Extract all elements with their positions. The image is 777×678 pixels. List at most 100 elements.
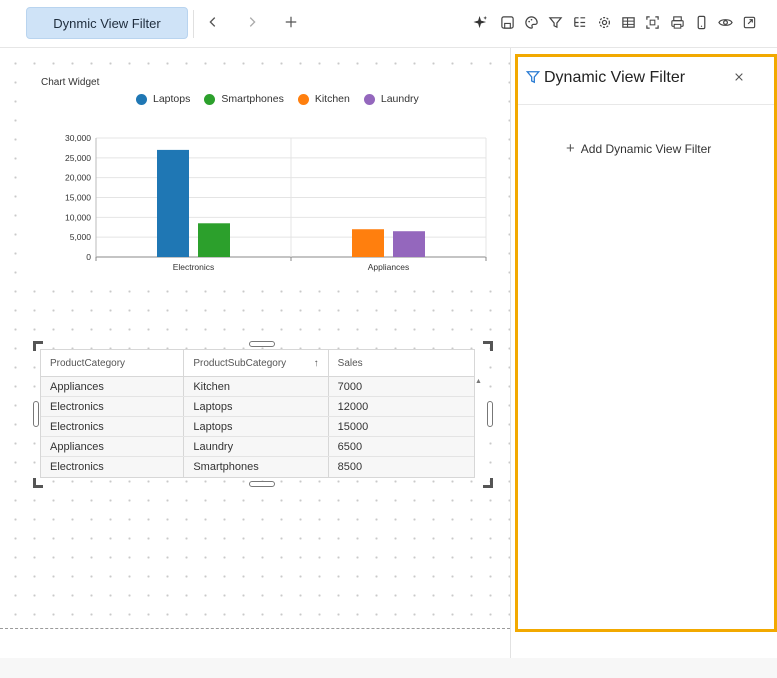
table-cell: 7000 — [337, 380, 363, 393]
selection-corner-bottom-left[interactable] — [33, 478, 43, 488]
legend-label: Kitchen — [314, 93, 350, 105]
resize-handle-left[interactable] — [33, 401, 39, 427]
ai-assist-button[interactable] — [470, 12, 490, 32]
table-row[interactable]: Electronics Laptops 12000 — [41, 397, 474, 417]
chart-title: Chart Widget — [41, 77, 100, 88]
canvas-bottom-border — [0, 628, 510, 629]
export-button[interactable] — [739, 12, 759, 32]
y-tick-label: 5,000 — [70, 232, 92, 242]
chart-widget[interactable]: 0 5,000 10,000 15,000 20,000 25,000 30,000 Elec… — [30, 70, 500, 280]
legend-item-laptops[interactable]: Laptops — [136, 93, 190, 105]
mobile-icon — [697, 15, 705, 29]
back-button[interactable] — [201, 10, 225, 34]
print-button[interactable] — [667, 12, 687, 32]
legend-item-laundry[interactable]: Laundry — [363, 93, 419, 105]
y-tick-label: 25,000 — [65, 153, 91, 163]
sparkle-icon — [472, 15, 487, 28]
data-grid-button[interactable] — [618, 12, 638, 32]
table-cell: Appliances — [41, 437, 185, 456]
save-icon — [500, 15, 514, 29]
data-grid: ProductCategory ProductSubCategory ↑ Sale… — [40, 349, 475, 478]
table-cell: Laptops — [184, 417, 329, 436]
footer-strip — [0, 658, 777, 678]
panel-title: Dynamic View Filter — [544, 69, 686, 86]
y-tick-label: 0 — [86, 252, 91, 262]
x-tick-label: Electronics — [173, 262, 215, 272]
selection-corner-bottom-right[interactable] — [483, 478, 493, 488]
hierarchy-icon — [573, 16, 585, 27]
toolbar: Dynmic View Filter — [0, 0, 777, 48]
add-filter-label: Add Dynamic View Filter — [580, 141, 712, 156]
table-cell: Laundry — [184, 437, 329, 456]
table-cell: 6500 — [337, 440, 363, 453]
bar-kitchen-appliances — [352, 229, 384, 257]
close-button[interactable] — [731, 69, 747, 85]
legend-item-smartphones[interactable]: Smartphones — [204, 93, 284, 105]
table-row[interactable]: Appliances Kitchen 7000 — [41, 377, 474, 397]
add-tab-button[interactable] — [279, 10, 303, 34]
resize-handle-top[interactable] — [249, 341, 275, 347]
chevron-right-icon — [249, 17, 256, 27]
focus-icon — [645, 15, 659, 29]
table-cell: Electronics — [41, 457, 185, 477]
legend-item-kitchen[interactable]: Kitchen — [297, 93, 350, 105]
settings-button[interactable] — [594, 12, 614, 32]
x-tick-label: Appliances — [368, 262, 410, 272]
bar-laptops-electronics — [157, 149, 189, 257]
table-cell: Electronics — [41, 397, 185, 416]
legend-marker — [204, 93, 216, 105]
add-dynamic-view-filter-button[interactable]: + Add Dynamic View Filter — [566, 141, 711, 156]
legend-label: Laundry — [380, 93, 419, 105]
mobile-view-button[interactable] — [691, 12, 711, 32]
focus-button[interactable] — [642, 12, 662, 32]
selection-corner-top-right[interactable] — [483, 341, 493, 351]
column-header-label: ProductCategory — [50, 357, 126, 369]
table-cell: Laptops — [184, 397, 329, 416]
column-header-productsubcategory[interactable]: ProductSubCategory ↑ — [184, 350, 329, 376]
table-widget[interactable]: ProductCategory ProductSubCategory ↑ Sale… — [33, 341, 493, 488]
toolbar-divider — [193, 10, 194, 38]
palette-icon — [524, 15, 538, 29]
close-icon — [735, 73, 743, 81]
forward-button[interactable] — [240, 10, 264, 34]
column-header-sales[interactable]: Sales — [329, 350, 474, 376]
table-row[interactable]: Electronics Laptops 15000 — [41, 417, 474, 437]
y-tick-label: 15,000 — [65, 193, 91, 203]
legend-label: Laptops — [153, 93, 191, 105]
table-cell: Appliances — [41, 377, 185, 396]
table-cell: 12000 — [337, 400, 369, 413]
bar-smartphones-electronics — [198, 223, 230, 257]
column-header-productcategory[interactable]: ProductCategory — [41, 350, 185, 376]
scroll-up-arrow-icon[interactable]: ▲ — [475, 378, 482, 385]
filter-icon — [548, 16, 562, 28]
column-header-label: Sales — [337, 357, 363, 369]
y-tick-label: 30,000 — [65, 133, 91, 143]
print-icon — [670, 15, 684, 29]
filter-icon — [526, 71, 540, 84]
legend-marker — [136, 93, 147, 105]
theme-button[interactable] — [521, 12, 541, 32]
filter-button[interactable] — [545, 12, 565, 32]
save-button[interactable] — [497, 12, 517, 32]
gear-icon — [598, 16, 610, 28]
resize-handle-right[interactable] — [487, 401, 493, 427]
hierarchy-button[interactable] — [569, 12, 589, 32]
table-row[interactable]: Electronics Smartphones 8500 — [41, 457, 474, 477]
tab-dynamic-view-filter[interactable]: Dynmic View Filter — [26, 7, 188, 39]
panel-header: Dynamic View Filter — [518, 57, 774, 105]
preview-button[interactable] — [715, 12, 735, 32]
external-link-icon — [743, 16, 755, 28]
sort-ascending-icon[interactable]: ↑ — [314, 358, 319, 369]
table-row[interactable]: Appliances Laundry 6500 — [41, 437, 474, 457]
resize-handle-bottom[interactable] — [249, 481, 275, 487]
table-cell: Smartphones — [184, 457, 329, 477]
grid-header: ProductCategory ProductSubCategory ↑ Sale… — [41, 350, 474, 377]
plus-icon: + — [566, 140, 575, 157]
column-header-label: ProductSubCategory — [193, 357, 287, 369]
chevron-left-icon — [209, 17, 216, 27]
dynamic-view-filter-panel: Dynamic View Filter + Add Dynamic View F… — [515, 54, 777, 632]
chart-legend: Laptops Smartphones Kitchen Laundry — [136, 93, 419, 105]
y-tick-label: 20,000 — [65, 173, 91, 183]
table-cell: Kitchen — [184, 377, 329, 396]
eye-icon — [717, 18, 733, 26]
